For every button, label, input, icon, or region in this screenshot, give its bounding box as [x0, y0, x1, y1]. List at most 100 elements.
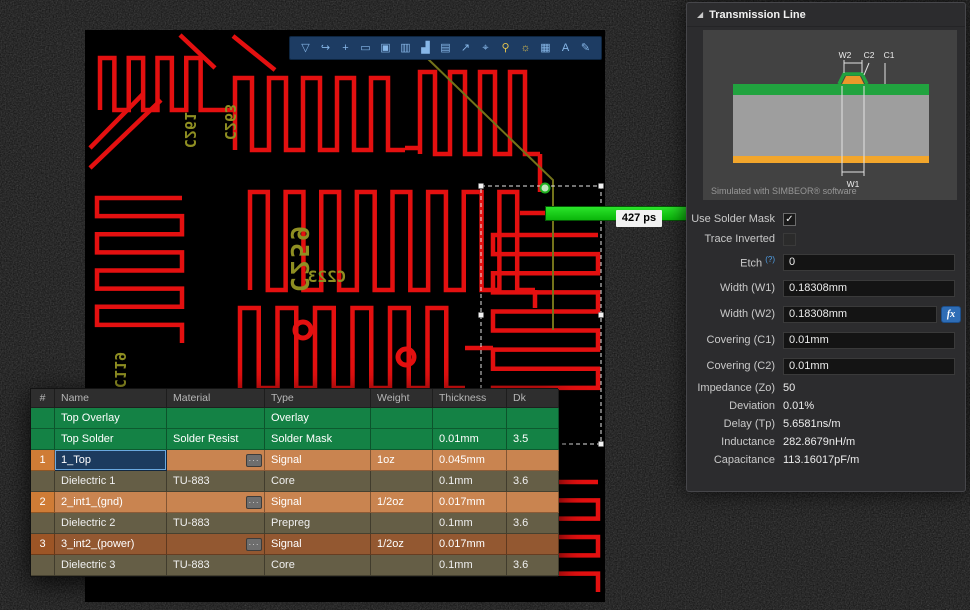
export-icon[interactable]: ↗ — [457, 39, 474, 57]
material-browse-button[interactable]: ··· — [246, 538, 262, 551]
covering-c1-input[interactable] — [783, 332, 955, 349]
region-icon[interactable]: ▭ — [357, 39, 374, 57]
cell-num[interactable]: 3 — [31, 534, 55, 555]
filter-icon[interactable]: ▽ — [297, 39, 314, 57]
cell-name[interactable]: 3_int2_(power) — [55, 534, 167, 555]
cell-weight[interactable]: 1/2oz — [371, 492, 433, 513]
cell-num[interactable]: 2 — [31, 492, 55, 513]
cell-weight[interactable] — [371, 471, 433, 492]
etch-hint-icon[interactable]: (?) — [765, 255, 775, 264]
via-pad[interactable] — [398, 349, 414, 365]
cell-name-selected[interactable]: 1_Top — [55, 450, 167, 471]
cell-type[interactable]: Overlay — [265, 408, 371, 429]
cell-weight[interactable]: 1/2oz — [371, 534, 433, 555]
width-w1-input[interactable] — [783, 280, 955, 297]
cell-type[interactable]: Core — [265, 555, 371, 576]
cell-thickness[interactable] — [433, 408, 507, 429]
cell-name[interactable]: Dielectric 2 — [55, 513, 167, 534]
cell-thickness[interactable]: 0.01mm — [433, 429, 507, 450]
cell-type[interactable]: Signal — [265, 450, 371, 471]
cell-dk[interactable]: 3.6 — [507, 513, 559, 534]
image-icon[interactable]: ▦ — [537, 39, 554, 57]
col-header-thickness[interactable]: Thickness — [433, 389, 507, 408]
material-browse-button[interactable]: ··· — [246, 454, 262, 467]
cell-type[interactable]: Core — [265, 471, 371, 492]
cell-weight[interactable] — [371, 429, 433, 450]
covering-c2-input[interactable] — [783, 358, 955, 375]
cell-thickness[interactable]: 0.1mm — [433, 555, 507, 576]
cell-material[interactable]: Solder Resist — [173, 433, 238, 445]
collapse-arrow-icon[interactable]: ◢ — [697, 10, 703, 19]
bulb-icon[interactable]: ☼ — [517, 39, 534, 57]
cell-thickness[interactable]: 0.1mm — [433, 471, 507, 492]
cell-name[interactable]: 2_int1_(gnd) — [55, 492, 167, 513]
probe-icon[interactable]: ⌖ — [477, 39, 494, 57]
col-header-num[interactable]: # — [31, 389, 55, 408]
cell-num[interactable] — [31, 471, 55, 492]
col-header-name[interactable]: Name — [55, 389, 167, 408]
col-header-type[interactable]: Type — [265, 389, 371, 408]
pencil-icon[interactable]: ✎ — [577, 39, 594, 57]
chart-icon[interactable]: ▟ — [417, 39, 434, 57]
copy-region-icon[interactable]: ▣ — [377, 39, 394, 57]
cell-material[interactable]: TU-883 — [173, 475, 210, 487]
cell-dk[interactable]: 3.6 — [507, 471, 559, 492]
layer-stackup-table: # Name Material Type Weight Thickness Dk… — [30, 388, 558, 577]
use-solder-mask-label: Use Solder Mask — [687, 213, 783, 225]
table-icon[interactable]: ▤ — [437, 39, 454, 57]
width-w2-input[interactable] — [783, 306, 937, 323]
selection-handle[interactable] — [479, 313, 484, 318]
cell-name[interactable]: Top Solder — [55, 429, 167, 450]
cell-material[interactable]: TU-883 — [173, 517, 210, 529]
cell-type[interactable]: Signal — [265, 492, 371, 513]
cell-material[interactable]: TU-883 — [173, 559, 210, 571]
cell-weight[interactable]: 1oz — [371, 450, 433, 471]
cell-num[interactable] — [31, 429, 55, 450]
via-pad[interactable] — [295, 322, 311, 338]
impedance-label: Impedance (Zo) — [687, 382, 783, 394]
cell-dk[interactable] — [507, 492, 559, 513]
cell-thickness[interactable]: 0.017mm — [433, 534, 507, 555]
move-icon[interactable]: + — [337, 39, 354, 57]
selection-handle[interactable] — [479, 184, 484, 189]
text-icon[interactable]: A — [557, 39, 574, 57]
cell-weight[interactable] — [371, 555, 433, 576]
cross-section-image: W2 C2 C1 W1 Simulated with SIMBEOR® soft… — [703, 30, 957, 200]
panel-header[interactable]: ◢ Transmission Line — [687, 3, 965, 27]
key-icon[interactable]: ⚲ — [497, 39, 514, 57]
etch-input[interactable] — [783, 254, 955, 271]
hook-select-icon[interactable]: ↪ — [317, 39, 334, 57]
cell-type[interactable]: Signal — [265, 534, 371, 555]
selection-handle[interactable] — [599, 313, 604, 318]
inductance-value: 282.8679nH/m — [783, 436, 855, 448]
cell-dk[interactable] — [507, 450, 559, 471]
cell-thickness[interactable]: 0.1mm — [433, 513, 507, 534]
cell-type[interactable]: Prepreg — [265, 513, 371, 534]
cell-num[interactable] — [31, 513, 55, 534]
col-header-material[interactable]: Material — [167, 389, 265, 408]
cell-num[interactable]: 1 — [31, 450, 55, 471]
selection-handle[interactable] — [599, 184, 604, 189]
cell-weight[interactable] — [371, 513, 433, 534]
cell-weight[interactable] — [371, 408, 433, 429]
cell-thickness[interactable]: 0.045mm — [433, 450, 507, 471]
cell-type[interactable]: Solder Mask — [265, 429, 371, 450]
trace-inverted-checkbox[interactable] — [783, 233, 796, 246]
cell-name[interactable]: Dielectric 3 — [55, 555, 167, 576]
col-header-weight[interactable]: Weight — [371, 389, 433, 408]
material-browse-button[interactable]: ··· — [246, 496, 262, 509]
fx-formula-button[interactable]: fx — [941, 306, 961, 323]
cell-dk[interactable] — [507, 408, 559, 429]
cell-dk[interactable]: 3.6 — [507, 555, 559, 576]
cell-num[interactable] — [31, 408, 55, 429]
cell-num[interactable] — [31, 555, 55, 576]
cell-dk[interactable]: 3.5 — [507, 429, 559, 450]
cell-thickness[interactable]: 0.017mm — [433, 492, 507, 513]
col-header-dk[interactable]: Dk — [507, 389, 559, 408]
cell-name[interactable]: Dielectric 1 — [55, 471, 167, 492]
selection-handle[interactable] — [599, 442, 604, 447]
cell-name[interactable]: Top Overlay — [55, 408, 167, 429]
columns-icon[interactable]: ▥ — [397, 39, 414, 57]
use-solder-mask-checkbox[interactable]: ✓ — [783, 213, 796, 226]
cell-dk[interactable] — [507, 534, 559, 555]
